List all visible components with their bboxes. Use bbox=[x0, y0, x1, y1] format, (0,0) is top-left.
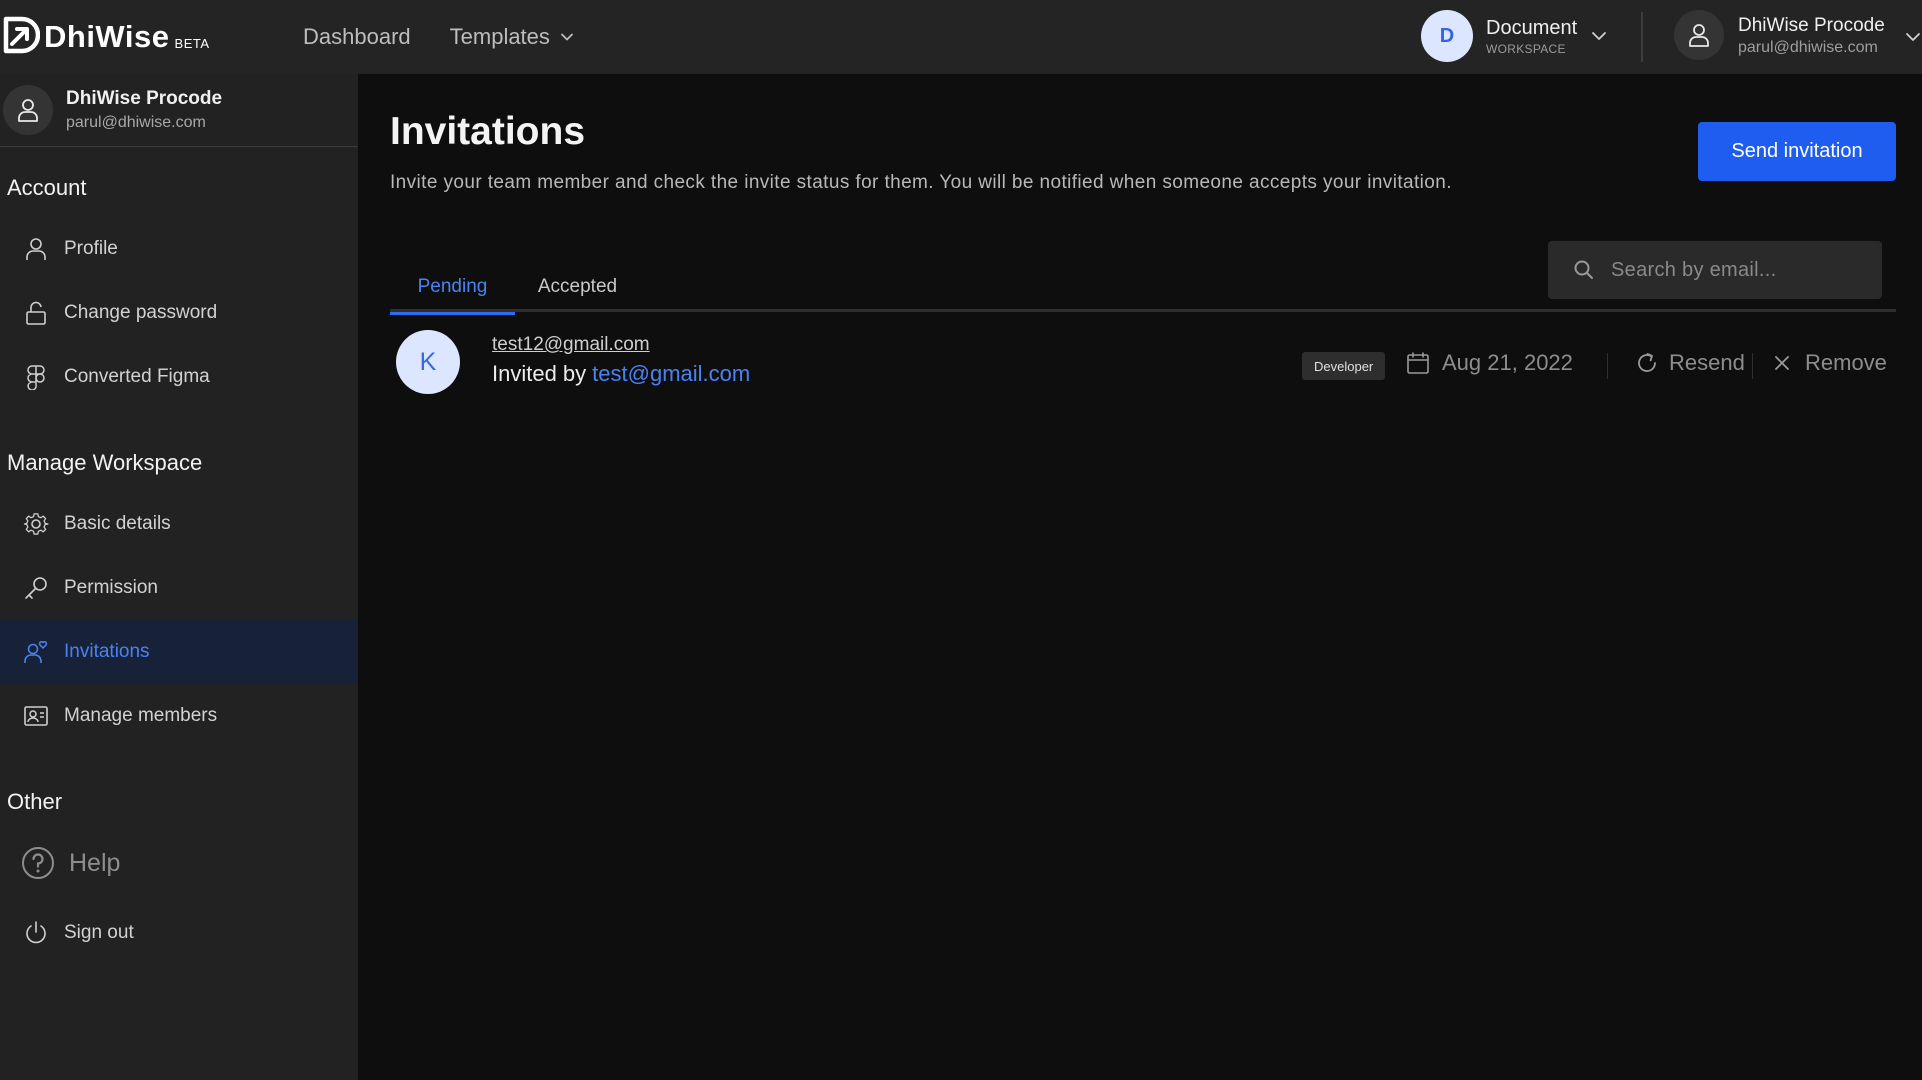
sidebar-item-invitations[interactable]: Invitations bbox=[0, 620, 358, 684]
dhiwise-logo-icon bbox=[3, 16, 40, 54]
refresh-icon bbox=[1638, 353, 1656, 372]
invited-by-text: Invited by test@gmail.com bbox=[492, 361, 750, 387]
sidebar-item-basic-details[interactable]: Basic details bbox=[0, 492, 358, 556]
avatar: K bbox=[396, 330, 460, 394]
divider bbox=[1607, 353, 1608, 379]
workspace-text: Document WORKSPACE bbox=[1486, 16, 1577, 56]
unlock-icon bbox=[26, 301, 46, 325]
sidebar-item-label: Help bbox=[69, 848, 121, 877]
tab-accepted[interactable]: Accepted bbox=[515, 272, 640, 312]
sidebar-user-email: parul@dhiwise.com bbox=[66, 114, 206, 131]
sidebar-user-text: DhiWise Procode parul@dhiwise.com bbox=[66, 88, 222, 132]
nav-templates-label: Templates bbox=[449, 24, 550, 49]
close-icon bbox=[1775, 356, 1789, 370]
user-heart-icon bbox=[24, 641, 48, 663]
sidebar-item-label: Invitations bbox=[64, 641, 150, 662]
user-name: DhiWise Procode bbox=[1738, 14, 1885, 36]
send-invitation-button[interactable]: Send invitation bbox=[1698, 122, 1896, 181]
page-title: Invitations bbox=[390, 110, 586, 153]
invited-by-label: Invited by bbox=[492, 361, 587, 386]
workspace-avatar: D bbox=[1421, 10, 1473, 62]
figma-icon bbox=[27, 365, 45, 390]
invite-date: Aug 21, 2022 bbox=[1406, 350, 1573, 376]
user-menu[interactable]: DhiWise Procode parul@dhiwise.com bbox=[1674, 10, 1885, 60]
remove-label: Remove bbox=[1805, 350, 1887, 375]
topbar-divider bbox=[1641, 12, 1643, 62]
sidebar-item-permission[interactable]: Permission bbox=[0, 556, 358, 620]
top-nav: Dashboard Templates bbox=[303, 24, 574, 50]
user-email: parul@dhiwise.com bbox=[1738, 38, 1878, 56]
sidebar-user-name: DhiWise Procode bbox=[66, 88, 223, 109]
page-description: Invite your team member and check the in… bbox=[390, 172, 1452, 193]
sidebar-item-change-password[interactable]: Change password bbox=[0, 281, 358, 345]
user-icon bbox=[18, 99, 38, 122]
gear-icon bbox=[23, 513, 49, 535]
sidebar-item-profile[interactable]: Profile bbox=[0, 217, 358, 281]
id-card-icon bbox=[24, 706, 48, 726]
beta-badge: BETA bbox=[174, 36, 210, 51]
nav-dashboard[interactable]: Dashboard bbox=[303, 24, 411, 50]
workspace-name: Document bbox=[1486, 17, 1578, 39]
sidebar-item-help[interactable]: Help bbox=[0, 831, 358, 895]
invitee-email[interactable]: test12@gmail.com bbox=[492, 334, 650, 356]
sidebar-item-label: Profile bbox=[64, 238, 118, 259]
sidebar-item-label: Change password bbox=[64, 302, 218, 323]
user-icon bbox=[26, 238, 46, 260]
chevron-down-icon bbox=[1592, 32, 1607, 40]
sidebar-item-label: Permission bbox=[64, 577, 158, 598]
nav-templates-dropdown[interactable]: Templates bbox=[450, 24, 574, 50]
sidebar: DhiWise Procode parul@dhiwise.com Accoun… bbox=[0, 74, 358, 1080]
top-navbar: DhiWise BETA Dashboard Templates D Docum… bbox=[0, 0, 1922, 74]
section-account: Account bbox=[7, 175, 87, 200]
avatar bbox=[3, 85, 53, 135]
sidebar-item-converted-figma[interactable]: Converted Figma bbox=[0, 345, 358, 409]
inviter-email-link[interactable]: test@gmail.com bbox=[592, 361, 750, 386]
avatar bbox=[1674, 10, 1724, 60]
nav-dashboard-label: Dashboard bbox=[303, 24, 411, 49]
chevron-down-icon[interactable] bbox=[1905, 29, 1921, 45]
chevron-down-icon bbox=[561, 33, 573, 41]
section-other: Other bbox=[7, 789, 63, 814]
main-content: Invitations Invite your team member and … bbox=[358, 74, 1922, 1080]
invite-date-text: Aug 21, 2022 bbox=[1442, 350, 1573, 375]
calendar-icon bbox=[1407, 352, 1429, 374]
list-item: K test12@gmail.com Invited by test@gmail.… bbox=[390, 328, 1896, 396]
power-icon bbox=[26, 921, 46, 944]
sidebar-item-sign-out[interactable]: Sign out bbox=[0, 901, 358, 965]
tab-pending[interactable]: Pending bbox=[390, 272, 515, 315]
key-icon bbox=[25, 577, 47, 599]
sidebar-item-label: Manage members bbox=[64, 705, 218, 726]
sidebar-item-label: Basic details bbox=[64, 513, 171, 534]
help-circle-icon bbox=[22, 847, 54, 879]
role-badge: Developer bbox=[1302, 352, 1386, 380]
sidebar-user: DhiWise Procode parul@dhiwise.com bbox=[0, 74, 358, 147]
sidebar-item-label: Converted Figma bbox=[64, 366, 210, 387]
user-text: DhiWise Procode parul@dhiwise.com bbox=[1738, 14, 1885, 57]
sidebar-item-label: Sign out bbox=[64, 922, 134, 943]
sidebar-item-manage-members[interactable]: Manage members bbox=[0, 684, 358, 748]
resend-button[interactable]: Resend bbox=[1635, 350, 1745, 376]
invitation-tabs: Pending Accepted bbox=[390, 272, 1896, 315]
divider bbox=[1752, 353, 1753, 379]
brand-name: DhiWise bbox=[44, 19, 170, 54]
resend-label: Resend bbox=[1669, 350, 1745, 375]
dhiwise-logo[interactable]: DhiWise BETA bbox=[2, 16, 210, 54]
workspace-switcher[interactable]: D Document WORKSPACE bbox=[1421, 10, 1607, 62]
remove-button[interactable]: Remove bbox=[1773, 350, 1887, 376]
user-icon bbox=[1689, 24, 1709, 47]
section-manage-workspace: Manage Workspace bbox=[7, 450, 203, 475]
workspace-label: WORKSPACE bbox=[1486, 42, 1566, 56]
